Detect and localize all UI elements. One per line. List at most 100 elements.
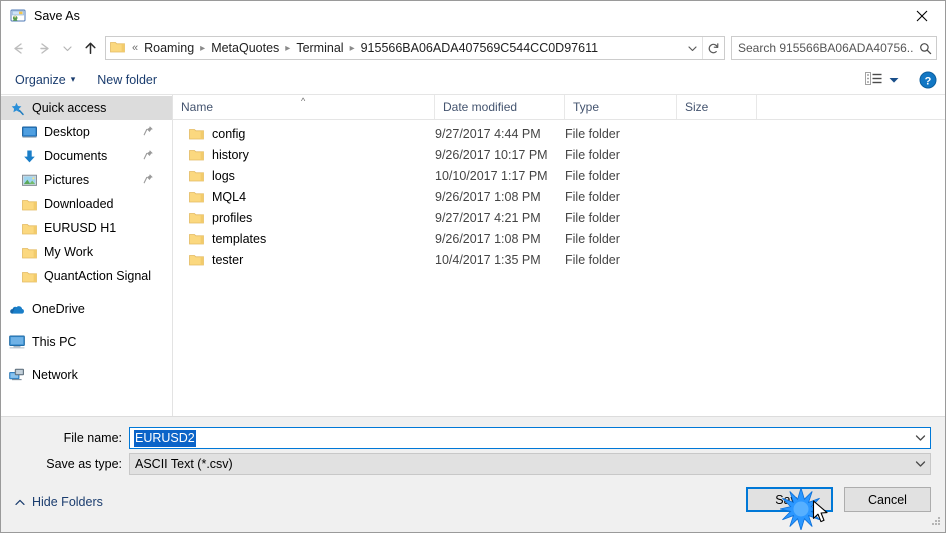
chevron-down-icon-address[interactable]	[682, 37, 702, 59]
column-header-type[interactable]: Type	[565, 95, 677, 119]
pin-icon[interactable]	[143, 125, 154, 139]
svg-text:?: ?	[925, 75, 932, 87]
sidebar-item-quantaction-signal[interactable]: QuantAction Signal	[1, 264, 172, 288]
search-input[interactable]: Search 915566BA06ADA40756...	[731, 36, 937, 60]
table-row[interactable]: profiles 9/27/2017 4:21 PM File folder	[173, 207, 945, 228]
folder-icon	[110, 40, 125, 56]
folder-icon	[189, 232, 204, 245]
column-header-row: Name ^ Date modified Type Size	[173, 95, 945, 120]
arrow-up-icon[interactable]	[77, 35, 103, 61]
save-button-label: Save	[775, 492, 804, 507]
chevron-down-icon-filename[interactable]	[910, 428, 930, 448]
column-header-type-label: Type	[573, 100, 600, 114]
sidebar-item-network[interactable]: Network	[1, 363, 172, 387]
sidebar-item-downloaded[interactable]: Downloaded	[1, 192, 172, 216]
file-name-label: history	[212, 147, 249, 162]
address-bar[interactable]: « Roaming ▸ MetaQuotes ▸ Terminal ▸ 9155…	[105, 36, 725, 60]
refresh-icon[interactable]	[702, 37, 724, 59]
view-layout-button[interactable]	[865, 71, 899, 88]
file-name-cell: config	[173, 127, 435, 141]
chevron-right-icon-2: ▸	[285, 42, 291, 54]
save-button[interactable]: Save	[746, 487, 833, 512]
help-icon[interactable]: ?	[919, 71, 937, 89]
cancel-button[interactable]: Cancel	[844, 487, 931, 512]
sidebar-gap-1	[1, 288, 172, 297]
save-as-type-row: Save as type: ASCII Text (*.csv)	[1, 453, 945, 475]
sidebar-item-label: QuantAction Signal	[44, 269, 152, 283]
search-placeholder: Search 915566BA06ADA40756...	[738, 41, 914, 55]
close-icon[interactable]	[899, 1, 945, 31]
file-list-pane: Name ^ Date modified Type Size config 9/…	[173, 95, 945, 416]
table-row[interactable]: tester 10/4/2017 1:35 PM File folder	[173, 249, 945, 270]
breadcrumb-current-folder[interactable]: 915566BA06ADA407569C544CC0D97611	[358, 41, 601, 55]
sidebar-item-label: This PC	[32, 335, 77, 349]
sidebar-gap-3	[1, 354, 172, 363]
file-name-value: EURUSD2	[134, 429, 196, 447]
this-pc-icon	[9, 334, 25, 350]
arrow-right-icon[interactable]	[31, 35, 57, 61]
sidebar-item-label: My Work	[44, 245, 94, 259]
pin-icon[interactable]	[143, 149, 154, 163]
save-as-type-field-label: Save as type:	[46, 457, 122, 471]
window-title: Save As	[34, 9, 80, 23]
column-header-date-modified[interactable]: Date modified	[435, 95, 565, 119]
save-as-type-value: ASCII Text (*.csv)	[135, 457, 233, 471]
file-name-cell: logs	[173, 169, 435, 183]
folder-icon	[21, 268, 37, 284]
save-as-type-select[interactable]: ASCII Text (*.csv)	[129, 453, 931, 475]
table-row[interactable]: history 9/26/2017 10:17 PM File folder	[173, 144, 945, 165]
search-icon[interactable]	[914, 42, 936, 55]
file-name-label: tester	[212, 252, 244, 267]
sidebar-item-onedrive[interactable]: OneDrive	[1, 297, 172, 321]
sidebar-item-label: Downloaded	[44, 197, 114, 211]
sidebar-item-documents[interactable]: Documents	[1, 144, 172, 168]
chevron-down-icon-recent[interactable]	[57, 35, 77, 61]
folder-icon	[189, 148, 204, 161]
breadcrumb-overflow[interactable]: «	[129, 42, 141, 54]
table-row[interactable]: config 9/27/2017 4:44 PM File folder	[173, 123, 945, 144]
file-name-input[interactable]: EURUSD2	[129, 427, 931, 449]
sort-ascending-icon: ^	[301, 96, 306, 106]
pin-icon[interactable]	[143, 173, 154, 187]
breadcrumb-roaming[interactable]: Roaming	[141, 41, 197, 55]
sidebar-item-my-work[interactable]: My Work	[1, 240, 172, 264]
breadcrumb-terminal[interactable]: Terminal	[293, 41, 346, 55]
chevron-right-icon-3: ▸	[349, 42, 355, 54]
chevron-right-icon-1: ▸	[200, 42, 206, 54]
organize-button[interactable]: Organize ▾	[15, 73, 75, 87]
file-name-row: File name: EURUSD2	[1, 427, 945, 449]
sidebar-item-desktop[interactable]: Desktop	[1, 120, 172, 144]
hide-folders-button[interactable]: Hide Folders	[15, 495, 103, 509]
pictures-icon	[21, 172, 37, 188]
folder-icon	[21, 220, 37, 236]
column-header-date-label: Date modified	[443, 100, 518, 114]
table-row[interactable]: MQL4 9/26/2017 1:08 PM File folder	[173, 186, 945, 207]
sidebar-item-pictures[interactable]: Pictures	[1, 168, 172, 192]
column-header-size[interactable]: Size	[677, 95, 757, 119]
table-row[interactable]: logs 10/10/2017 1:17 PM File folder	[173, 165, 945, 186]
column-header-name[interactable]: Name ^	[173, 95, 435, 119]
chevron-down-icon-organize: ▾	[70, 74, 76, 84]
view-layout-icon	[865, 71, 882, 88]
navigation-bar: « Roaming ▸ MetaQuotes ▸ Terminal ▸ 9155…	[1, 31, 945, 65]
sidebar-item-label: Pictures	[44, 173, 90, 187]
new-folder-button[interactable]: New folder	[97, 73, 157, 87]
file-name-cell: tester	[173, 253, 435, 267]
file-name-label: profiles	[212, 210, 253, 225]
resize-grip-icon[interactable]	[929, 514, 942, 530]
sidebar-item-eurusd-h1[interactable]: EURUSD H1	[1, 216, 172, 240]
chevron-down-icon-filetype[interactable]	[910, 454, 930, 474]
file-date-cell: 9/27/2017 4:21 PM	[435, 210, 541, 225]
file-name-label: templates	[212, 231, 267, 246]
cancel-button-label: Cancel	[868, 492, 907, 507]
sidebar-item-this-pc[interactable]: This PC	[1, 330, 172, 354]
network-icon	[9, 367, 25, 383]
sidebar-item-quick-access[interactable]: Quick access	[1, 96, 172, 120]
folder-icon	[21, 244, 37, 260]
folder-icon	[21, 196, 37, 212]
file-type-cell: File folder	[565, 252, 620, 267]
breadcrumb-metaquotes[interactable]: MetaQuotes	[208, 41, 282, 55]
sidebar-item-label: EURUSD H1	[44, 221, 117, 235]
table-row[interactable]: templates 9/26/2017 1:08 PM File folder	[173, 228, 945, 249]
arrow-left-icon[interactable]	[5, 35, 31, 61]
